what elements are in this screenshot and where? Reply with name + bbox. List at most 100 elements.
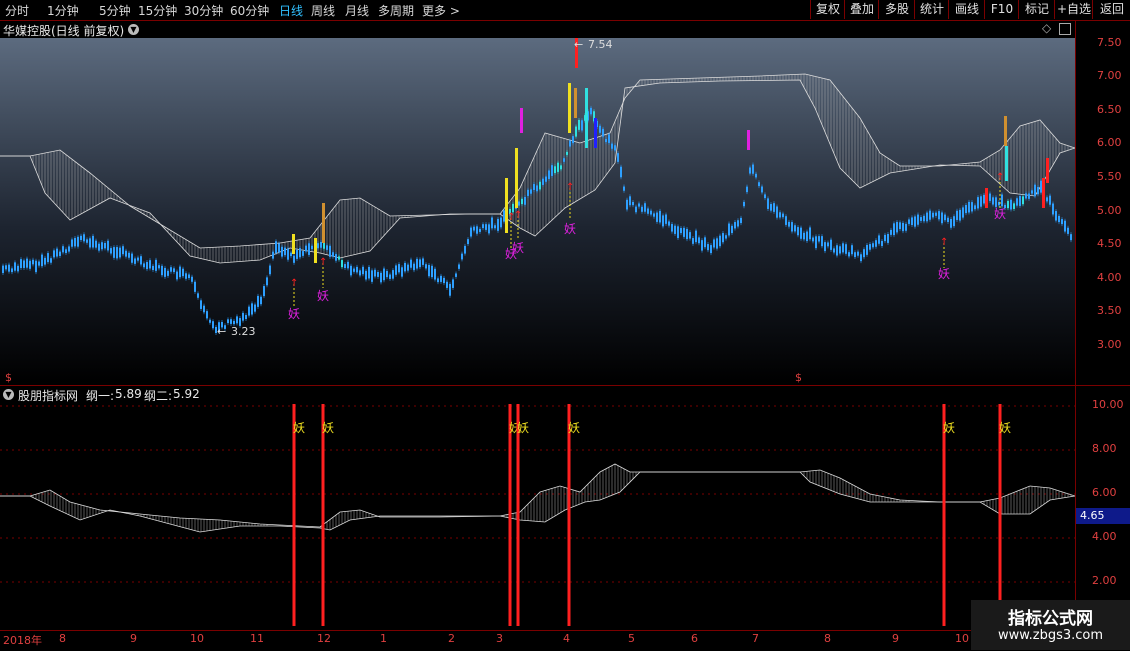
draw-line-button[interactable]: 画线 [948, 0, 985, 19]
line2-value: 5.92 [173, 387, 200, 401]
x-tick: 2018年 [3, 634, 42, 647]
tab-daily[interactable]: 日线 [279, 2, 303, 19]
highlight-candle [585, 88, 588, 148]
highlight-candle [314, 238, 317, 263]
fuquan-button[interactable]: 复权 [810, 0, 845, 19]
signal-label: 妖 [322, 421, 334, 435]
dollar-marker-1: $ [5, 371, 12, 383]
highlight-candle [1005, 146, 1008, 181]
price-chart[interactable]: ↑妖↑妖↑妖↑妖↑妖↑妖↑妖 7.54 ← 3.23 ← $ $ [0, 38, 1075, 383]
signal-label: 妖 [293, 421, 305, 435]
highlight-candle [520, 108, 523, 133]
signal-label: 妖 [938, 267, 950, 281]
signal-bar [321, 404, 325, 626]
x-tick: 5 [628, 632, 635, 645]
tab-fenshi[interactable]: 分时 [5, 2, 29, 19]
up-arrow-icon: ↑ [290, 278, 298, 289]
window-toggle-icon[interactable] [1059, 23, 1071, 35]
low-arrow: ← [217, 325, 226, 338]
tab-1min[interactable]: 1分钟 [47, 2, 79, 19]
up-arrow-icon: ↑ [996, 172, 1004, 183]
dollar-marker-2: $ [795, 371, 802, 383]
add-watchlist-button[interactable]: +自选 [1054, 0, 1093, 19]
chevron-down-icon[interactable]: ▼ [3, 389, 14, 400]
signal-bar [292, 404, 296, 626]
signal-label: 妖 [999, 421, 1011, 435]
diamond-icon[interactable]: ◇ [1042, 21, 1051, 35]
signal-label: 妖 [564, 222, 576, 236]
highlight-candle [1042, 178, 1045, 208]
f10-button[interactable]: F10 [984, 0, 1019, 19]
signal-bar [942, 404, 946, 626]
multi-stock-button[interactable]: 多股 [878, 0, 915, 19]
low-price-label: 3.23 [231, 325, 256, 338]
up-arrow-icon: ↑ [940, 237, 948, 248]
tab-60min[interactable]: 60分钟 [230, 2, 269, 19]
tab-weekly[interactable]: 周线 [311, 2, 335, 19]
x-tick: 8 [824, 632, 831, 645]
highlight-candle [515, 148, 518, 208]
chevron-down-icon[interactable]: ▼ [128, 24, 139, 35]
watermark: 指标公式网 www.zbgs3.com [971, 600, 1130, 650]
y-tick: 6.00 [1097, 136, 1122, 149]
stats-button[interactable]: 统计 [914, 0, 949, 19]
indicator-ribbon [0, 463, 1075, 533]
indicator-title-bar: ▼ 股朋指标网 纲一: 5.89 纲二: 5.92 [3, 387, 403, 403]
y-tick: 5.00 [1097, 204, 1122, 217]
signal-label: 妖 [568, 421, 580, 435]
tab-5min[interactable]: 5分钟 [99, 2, 131, 19]
y-tick: 4.50 [1097, 237, 1122, 250]
sub-y-tick: 8.00 [1092, 442, 1117, 455]
y-tick: 6.50 [1097, 103, 1122, 116]
signal-label: 妖 [943, 421, 955, 435]
signal-bar [998, 404, 1002, 626]
tab-15min[interactable]: 15分钟 [138, 2, 177, 19]
watermark-title: 指标公式网 [1008, 609, 1093, 629]
highlight-candle [505, 178, 508, 233]
tab-30min[interactable]: 30分钟 [184, 2, 223, 19]
tab-multi-period[interactable]: 多周期 [378, 2, 414, 19]
indicator-line-1 [0, 463, 1075, 528]
stock-title: 华媒控股(日线 前复权) [3, 24, 125, 38]
indicator-chart[interactable]: 妖妖妖妖妖妖妖 [0, 402, 1075, 630]
pane-divider [0, 385, 1130, 386]
high-price-label: 7.54 [588, 38, 613, 51]
x-tick: 4 [563, 632, 570, 645]
tab-monthly[interactable]: 月线 [345, 2, 369, 19]
highlight-candle [292, 234, 295, 254]
x-tick: 11 [250, 632, 264, 645]
y-tick: 3.00 [1097, 338, 1122, 351]
highlight-candle [1046, 158, 1049, 183]
highlight-candle [568, 83, 571, 133]
x-tick: 9 [130, 632, 137, 645]
signal-bar [508, 404, 512, 626]
signal-label: 妖 [512, 241, 524, 255]
mark-button[interactable]: 标记 [1018, 0, 1055, 19]
highlight-candle [747, 130, 750, 150]
overlay-button[interactable]: 叠加 [844, 0, 879, 19]
y-tick: 4.00 [1097, 271, 1122, 284]
tab-more[interactable]: 更多 > [422, 2, 460, 19]
highlight-candle [1004, 116, 1007, 146]
signal-bar [567, 404, 571, 626]
up-arrow-icon: ↑ [319, 257, 327, 268]
sub-y-tick: 2.00 [1092, 574, 1117, 587]
signal-label: 妖 [517, 421, 529, 435]
up-arrow-icon: ↑ [514, 210, 522, 221]
up-arrow-icon: ↑ [566, 182, 574, 193]
back-button[interactable]: 返回 [1092, 0, 1130, 19]
highlight-candle [574, 88, 577, 118]
signal-label: 妖 [994, 207, 1006, 221]
x-tick: 10 [955, 632, 969, 645]
line1-value: 5.89 [115, 387, 142, 401]
x-tick: 6 [691, 632, 698, 645]
y-tick: 7.50 [1097, 36, 1122, 49]
x-tick: 7 [752, 632, 759, 645]
x-tick: 9 [892, 632, 899, 645]
signal-label: 妖 [288, 307, 300, 321]
x-tick: 2 [448, 632, 455, 645]
highlight-candle [985, 188, 988, 208]
y-tick: 7.00 [1097, 69, 1122, 82]
highlight-candle [322, 203, 325, 243]
signal-label: 妖 [317, 289, 329, 303]
